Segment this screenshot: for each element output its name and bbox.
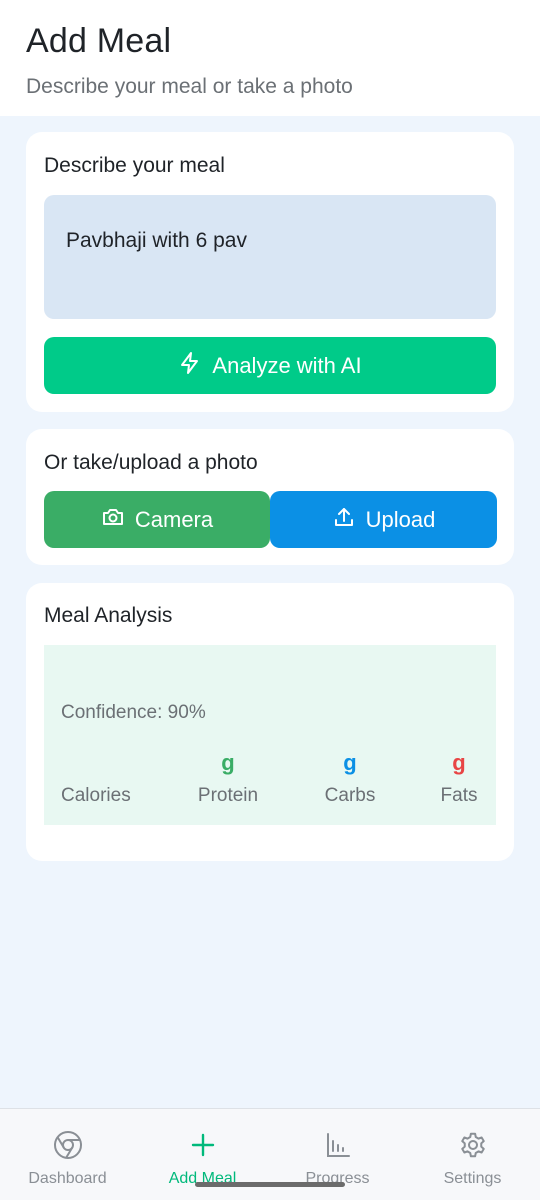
macro-fats: g Fats <box>434 749 484 807</box>
photo-card: Or take/upload a photo Camera Upload <box>26 429 514 565</box>
lightning-icon <box>178 351 202 381</box>
meal-description-input[interactable]: Pavbhaji with 6 pav <box>44 195 496 319</box>
describe-meal-title: Describe your meal <box>44 154 225 177</box>
meal-analysis-card: Meal Analysis Confidence: 90% Calories g… <box>26 583 514 861</box>
upload-icon <box>332 505 356 535</box>
upload-label: Upload <box>365 506 436 532</box>
camera-label: Camera <box>134 506 214 532</box>
page-subtitle: Describe your meal or take a photo <box>26 75 353 98</box>
protein-label: Protein <box>197 785 259 806</box>
analysis-results: Confidence: 90% Calories g Protein g Car… <box>44 645 496 825</box>
dashboard-icon <box>52 1129 84 1161</box>
plus-icon <box>187 1129 219 1161</box>
photo-title: Or take/upload a photo <box>44 451 258 474</box>
meal-analysis-title: Meal Analysis <box>44 604 173 627</box>
macro-calories: Calories <box>61 749 131 807</box>
chart-icon <box>322 1129 354 1161</box>
home-indicator[interactable] <box>195 1182 345 1187</box>
nav-settings[interactable]: Settings <box>405 1109 540 1200</box>
analyze-with-ai-button[interactable]: Analyze with AI <box>44 337 496 394</box>
camera-button[interactable]: Camera <box>44 491 270 548</box>
nav-dashboard-label: Dashboard <box>28 1170 107 1187</box>
page-title: Add Meal <box>26 22 172 60</box>
macro-protein: g Protein <box>194 749 262 807</box>
fats-label: Fats <box>440 785 478 806</box>
camera-icon <box>101 505 125 535</box>
calories-value <box>61 749 131 777</box>
confidence-text: Confidence: 90% <box>61 702 206 723</box>
macro-carbs: g Carbs <box>320 749 380 807</box>
nav-settings-label: Settings <box>443 1170 502 1187</box>
upload-button[interactable]: Upload <box>270 491 497 548</box>
page-header: Add Meal Describe your meal or take a ph… <box>0 0 540 116</box>
protein-value: g <box>221 750 235 775</box>
calories-label: Calories <box>61 785 131 806</box>
fats-value: g <box>452 750 466 775</box>
carbs-value: g <box>343 750 357 775</box>
gear-icon <box>457 1129 489 1161</box>
nav-dashboard[interactable]: Dashboard <box>0 1109 135 1200</box>
analyze-label: Analyze with AI <box>212 352 362 378</box>
carbs-label: Carbs <box>324 785 376 806</box>
describe-meal-card: Describe your meal Pavbhaji with 6 pav A… <box>26 132 514 412</box>
